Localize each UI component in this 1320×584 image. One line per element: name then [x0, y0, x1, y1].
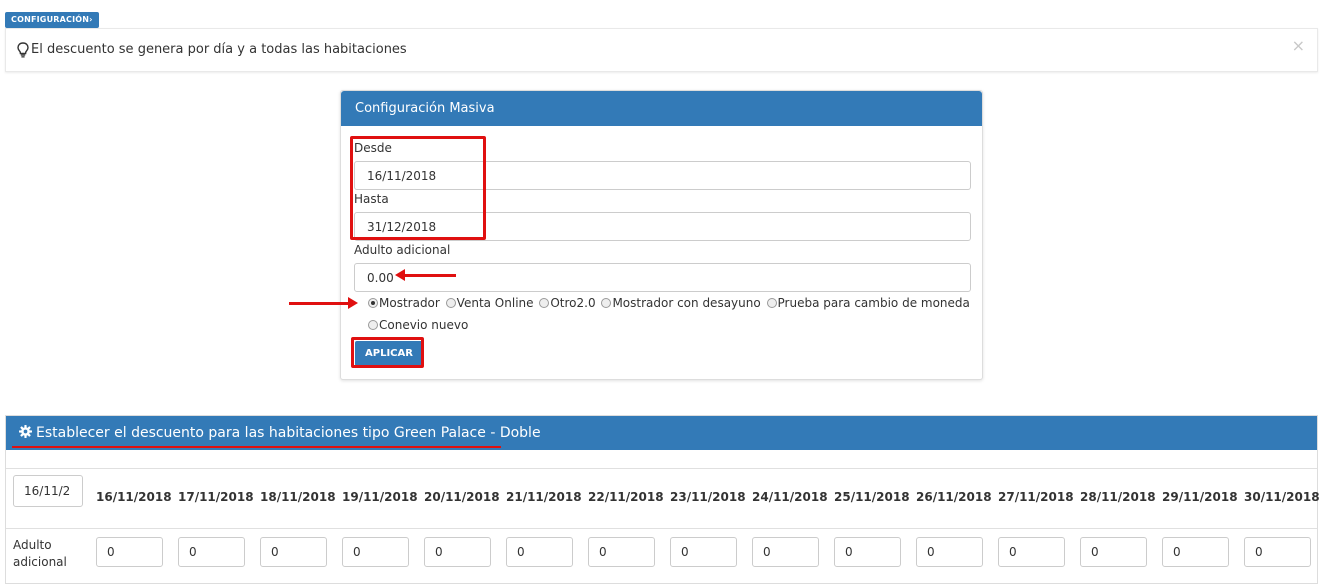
- date-column-header: 30/11/2018: [1244, 490, 1320, 504]
- discount-input[interactable]: [342, 537, 409, 567]
- discount-input[interactable]: [506, 537, 573, 567]
- gear-icon: [19, 425, 32, 438]
- date-column-header: 19/11/2018: [342, 490, 418, 504]
- discount-input[interactable]: [424, 537, 491, 567]
- hasta-input[interactable]: [354, 212, 971, 241]
- date-column-header: 29/11/2018: [1162, 490, 1238, 504]
- radio-mostrador-con-desayuno[interactable]: Mostrador con desayuno: [601, 296, 761, 310]
- radio-unchecked-icon: [445, 298, 456, 308]
- radio-unchecked-icon: [766, 298, 777, 308]
- aplicar-button[interactable]: APLICAR: [355, 341, 423, 366]
- date-column-header: 25/11/2018: [834, 490, 910, 504]
- row-label-adulto-adicional: Adulto adicional: [13, 538, 67, 569]
- radio-conevio-nuevo[interactable]: Conevio nuevo: [368, 318, 468, 332]
- radio-venta-online[interactable]: Venta Online: [445, 296, 534, 310]
- discount-input[interactable]: [670, 537, 737, 567]
- descuento-panel-header: Establecer el descuento para las habitac…: [6, 416, 1317, 450]
- breadcrumb-label: CONFIGURACIÓN: [11, 15, 90, 24]
- annotation-title-underline: [12, 446, 501, 448]
- descuento-panel-title: Establecer el descuento para las habitac…: [36, 425, 541, 441]
- radio-group-row-1: Mostrador Venta Online Otro2.0 Mostrador…: [368, 296, 972, 311]
- lightbulb-icon: [17, 42, 29, 58]
- adulto-adicional-label: Adulto adicional: [354, 243, 451, 257]
- radio-unchecked-icon: [539, 298, 550, 308]
- breadcrumb[interactable]: CONFIGURACIÓN›: [5, 12, 99, 28]
- discount-input[interactable]: [916, 537, 983, 567]
- info-alert: El descuento se genera por día y a todas…: [5, 28, 1318, 72]
- date-column-header: 22/11/2018: [588, 490, 664, 504]
- date-column-header: 16/11/2018: [96, 490, 172, 504]
- adulto-adicional-input[interactable]: [354, 263, 971, 292]
- hasta-label: Hasta: [354, 192, 389, 206]
- chevron-right-icon: ›: [89, 15, 93, 24]
- alert-message: El descuento se genera por día y a todas…: [31, 42, 407, 57]
- divider: [6, 468, 1317, 469]
- discount-input[interactable]: [178, 537, 245, 567]
- date-column-header: 24/11/2018: [752, 490, 828, 504]
- radio-unchecked-icon: [368, 320, 378, 330]
- date-column-header: 27/11/2018: [998, 490, 1074, 504]
- radio-unchecked-icon: [601, 298, 612, 308]
- radio-group-row-2: Conevio nuevo: [368, 318, 470, 333]
- discount-input[interactable]: [998, 537, 1065, 567]
- date-column-header: 20/11/2018: [424, 490, 500, 504]
- desde-input[interactable]: [354, 161, 971, 190]
- radio-checked-icon: [368, 298, 378, 308]
- date-column-header: 28/11/2018: [1080, 490, 1156, 504]
- radio-otro2[interactable]: Otro2.0: [539, 296, 596, 310]
- discount-input[interactable]: [834, 537, 901, 567]
- desde-label: Desde: [354, 141, 392, 155]
- discount-input[interactable]: [1162, 537, 1229, 567]
- date-column-header: 17/11/2018: [178, 490, 254, 504]
- discount-input[interactable]: [588, 537, 655, 567]
- discount-input[interactable]: [1244, 537, 1311, 567]
- close-icon[interactable]: ×: [1292, 36, 1305, 55]
- divider: [6, 528, 1317, 529]
- date-column-header: 18/11/2018: [260, 490, 336, 504]
- radio-prueba-cambio-moneda[interactable]: Prueba para cambio de moneda: [766, 296, 970, 310]
- discount-input[interactable]: [1080, 537, 1147, 567]
- date-select[interactable]: 16/11/2: [13, 475, 83, 507]
- discount-input[interactable]: [752, 537, 819, 567]
- date-column-header: 26/11/2018: [916, 490, 992, 504]
- configuracion-masiva-panel: Configuración Masiva Desde Hasta Adulto …: [340, 90, 983, 380]
- discount-input[interactable]: [260, 537, 327, 567]
- date-column-header: 23/11/2018: [670, 490, 746, 504]
- panel-title: Configuración Masiva: [341, 91, 982, 126]
- discount-input[interactable]: [96, 537, 163, 567]
- date-column-header: 21/11/2018: [506, 490, 582, 504]
- descuento-panel: Establecer el descuento para las habitac…: [5, 415, 1320, 584]
- radio-mostrador[interactable]: Mostrador: [368, 296, 440, 310]
